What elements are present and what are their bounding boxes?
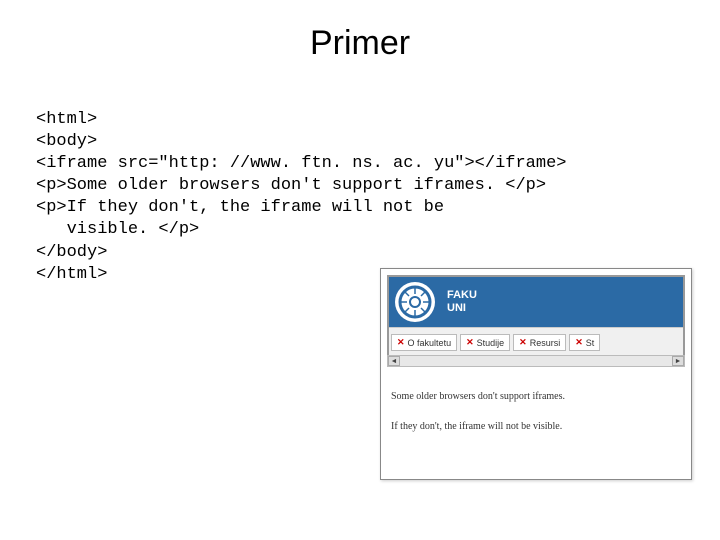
scroll-right-button[interactable]: ► bbox=[672, 356, 684, 366]
nav-label: St bbox=[586, 338, 595, 348]
close-icon: ✕ bbox=[575, 337, 583, 348]
nav-item[interactable]: ✕St bbox=[569, 334, 600, 351]
close-icon: ✕ bbox=[397, 337, 405, 348]
site-title-text: FAKU UNI bbox=[447, 289, 477, 314]
site-header: FAKU UNI bbox=[389, 277, 683, 327]
close-icon: ✕ bbox=[519, 337, 527, 348]
code-block: <html> <body> <iframe src="http: //www. … bbox=[0, 63, 720, 286]
code-line: <p>Some older browsers don't support ifr… bbox=[36, 176, 546, 195]
site-logo bbox=[395, 282, 435, 322]
preview-paragraph: Some older browsers don't support iframe… bbox=[391, 391, 565, 402]
horizontal-scrollbar[interactable]: ◄ ► bbox=[387, 355, 685, 367]
slide-title: Primer bbox=[0, 0, 720, 63]
code-line: <iframe src="http: //www. ftn. ns. ac. y… bbox=[36, 154, 567, 173]
nav-item[interactable]: ✕Studije bbox=[460, 334, 510, 351]
nav-label: O fakultetu bbox=[408, 338, 452, 348]
code-line: visible. </p> bbox=[36, 220, 199, 239]
code-line: <html> bbox=[36, 110, 97, 129]
preview-paragraph: If they don't, the iframe will not be vi… bbox=[391, 421, 562, 432]
nav-item[interactable]: ✕Resursi bbox=[513, 334, 566, 351]
code-line: <body> bbox=[36, 132, 97, 151]
site-title-line1: FAKU bbox=[447, 289, 477, 302]
code-line: <p>If they don't, the iframe will not be bbox=[36, 198, 444, 217]
browser-preview-panel: FAKU UNI ✕O fakultetu ✕Studije ✕Resursi … bbox=[380, 268, 692, 480]
site-title-line2: UNI bbox=[447, 302, 477, 315]
site-nav-bar: ✕O fakultetu ✕Studije ✕Resursi ✕St bbox=[389, 327, 683, 357]
code-line: </html> bbox=[36, 265, 107, 284]
nav-label: Studije bbox=[477, 338, 505, 348]
nav-item[interactable]: ✕O fakultetu bbox=[391, 334, 457, 351]
gear-logo-icon bbox=[398, 285, 432, 319]
code-line: </body> bbox=[36, 243, 107, 262]
close-icon: ✕ bbox=[466, 337, 474, 348]
nav-label: Resursi bbox=[530, 338, 561, 348]
iframe-rendered: FAKU UNI ✕O fakultetu ✕Studije ✕Resursi … bbox=[387, 275, 685, 361]
scroll-left-button[interactable]: ◄ bbox=[388, 356, 400, 366]
